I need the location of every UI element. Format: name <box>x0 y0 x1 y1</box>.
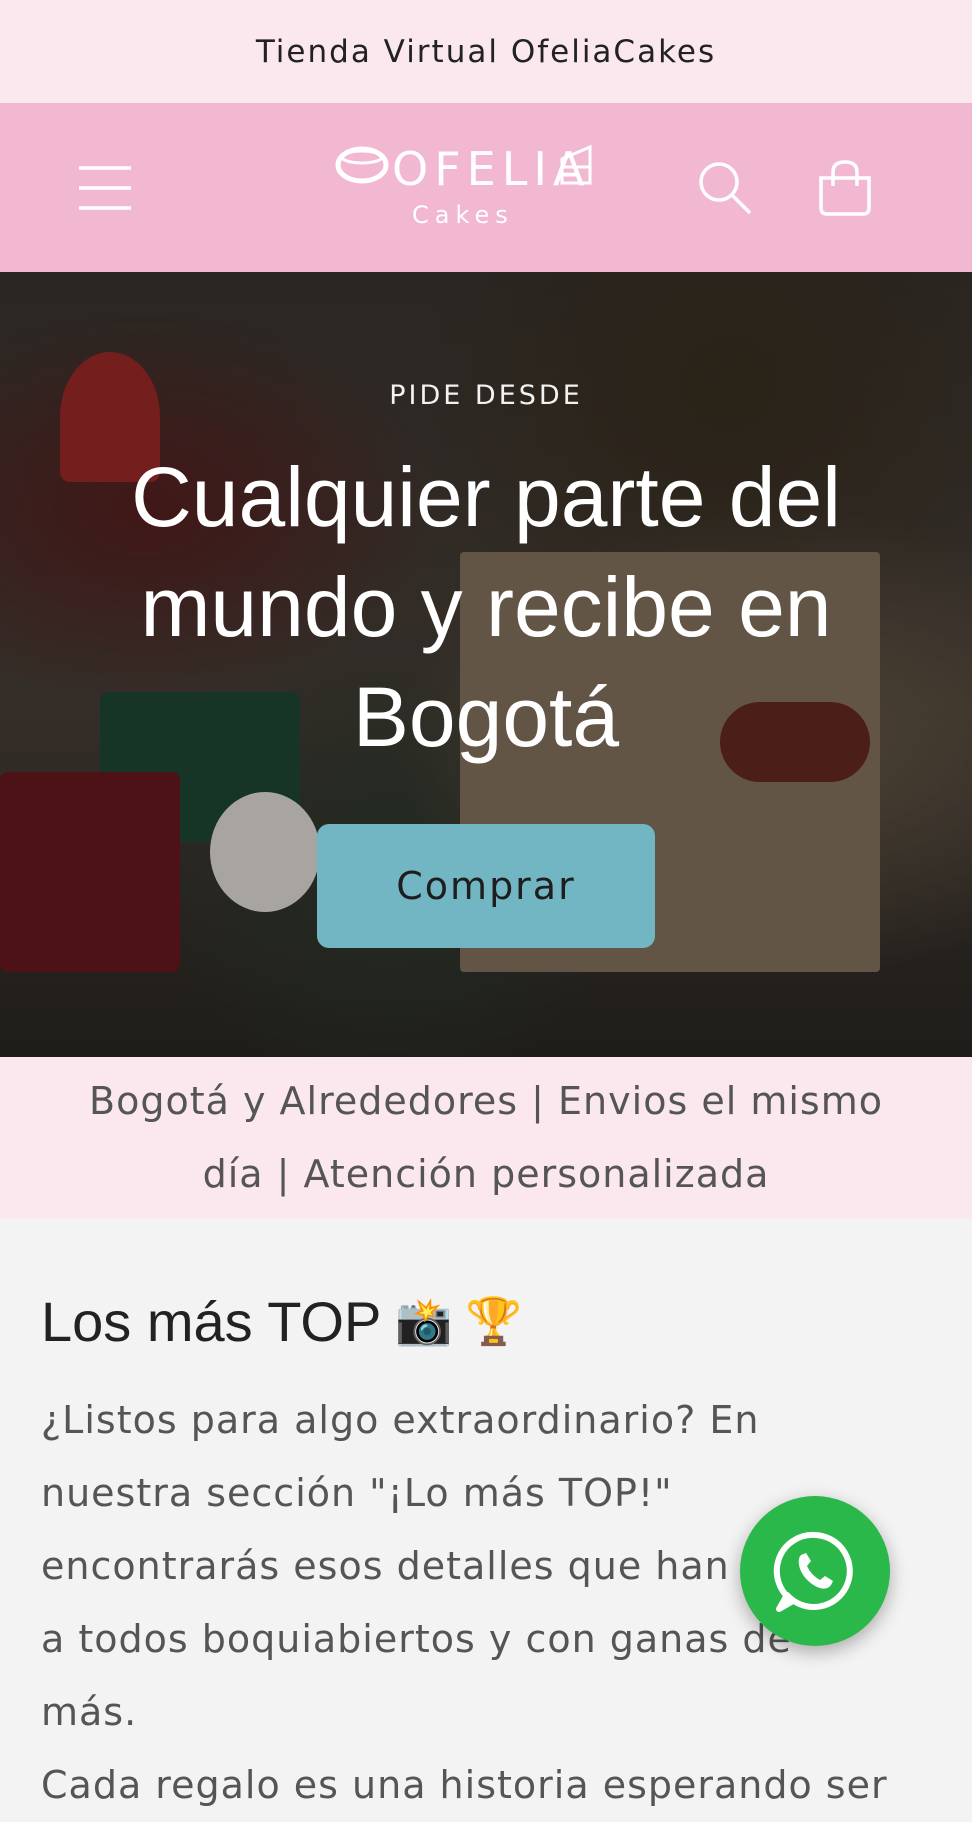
whatsapp-button[interactable] <box>740 1496 890 1646</box>
whatsapp-icon <box>773 1531 853 1612</box>
search-icon <box>699 161 752 214</box>
cart-button[interactable] <box>800 103 890 272</box>
announcement-bar: Tienda Virtual OfeliaCakes <box>0 0 972 103</box>
cart-icon <box>819 159 871 216</box>
site-header: OFELIA Cakes <box>0 103 972 272</box>
logo-subtext: Cakes <box>412 201 514 229</box>
hero-banner: PIDE DESDE Cualquier parte del mundo y r… <box>0 272 972 1057</box>
section-title-text: Los más TOP <box>41 1290 382 1353</box>
hamburger-menu-icon <box>79 165 131 210</box>
site-logo[interactable]: OFELIA Cakes <box>332 142 612 233</box>
logo-graphic: OFELIA Cakes <box>335 142 592 229</box>
hero-eyebrow: PIDE DESDE <box>389 380 583 411</box>
section-description-2: Cada regalo es una historia esperando se… <box>41 1763 888 1807</box>
menu-button[interactable] <box>60 103 150 272</box>
hero-title: Cualquier parte del mundo y recibe en Bo… <box>131 450 841 764</box>
section-title: Los más TOP 📸 🏆 <box>41 1289 931 1354</box>
announcement-text: Tienda Virtual OfeliaCakes <box>255 33 717 70</box>
shop-button[interactable]: Comprar <box>317 824 655 948</box>
info-bar: Bogotá y Alrededores | Envios el mismo d… <box>0 1057 972 1219</box>
search-button[interactable] <box>680 103 770 272</box>
info-bar-text: Bogotá y Alrededores | Envios el mismo d… <box>89 1079 883 1196</box>
camera-trophy-emoji-icon: 📸 🏆 <box>395 1295 523 1347</box>
